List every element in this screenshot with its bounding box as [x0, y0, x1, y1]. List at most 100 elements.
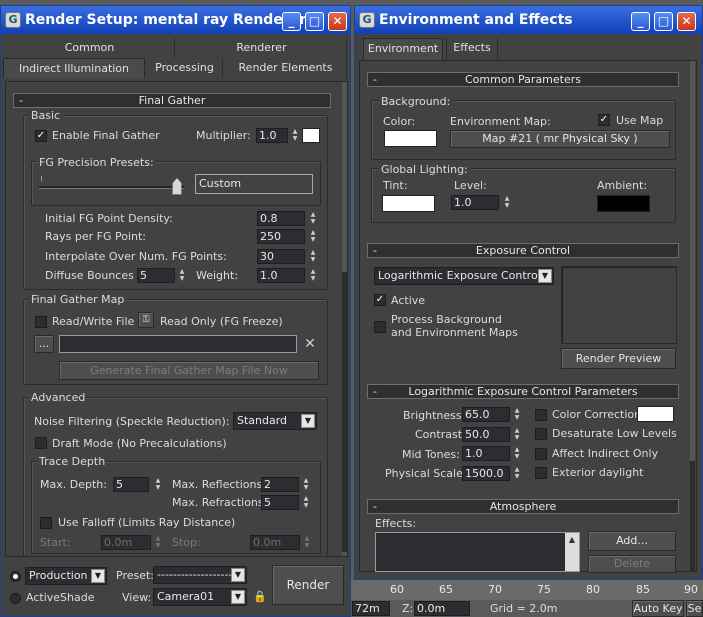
interpolate-fg-points-field[interactable]: 30 — [257, 249, 305, 264]
desaturate-low-levels-checkbox[interactable] — [535, 428, 547, 440]
contrast-field[interactable]: 50.0 — [462, 427, 510, 442]
tab-renderer[interactable]: Renderer — [177, 38, 347, 58]
environment-effects-titlebar[interactable]: G Environment and Effects _ □ ✕ — [355, 6, 702, 34]
minimize-icon[interactable]: _ — [631, 12, 650, 31]
final-gather-rollout-header[interactable]: - Final Gather — [13, 93, 331, 108]
color-correction-checkbox[interactable] — [535, 409, 547, 421]
physical-scale-field[interactable]: 1500.0 — [462, 466, 510, 481]
delete-effect-button[interactable]: Delete — [588, 555, 676, 573]
generate-fg-map-button[interactable]: Generate Final Gather Map File Now — [59, 361, 319, 380]
multiplier-spinner[interactable]: ▲ ▼ — [290, 128, 300, 143]
start-field[interactable]: 0.0m — [101, 535, 151, 550]
fg-map-file-field[interactable] — [59, 335, 297, 353]
initial-fg-density-field[interactable]: 0.8 — [257, 211, 305, 226]
timeline-ruler: 60 65 70 75 80 85 90 — [350, 580, 703, 600]
rays-per-fg-point-spinner[interactable]: ▲ ▼ — [308, 229, 318, 244]
physical-scale-spinner[interactable]: ▲ ▼ — [512, 466, 522, 481]
add-effect-button[interactable]: Add... — [588, 531, 676, 551]
exposure-type-dropdown[interactable]: Logarithmic Exposure Control ▼ — [374, 267, 554, 285]
weight-field[interactable]: 1.0 — [257, 268, 305, 283]
enable-final-gather-checkbox[interactable]: ✓ — [35, 130, 47, 142]
environment-map-button[interactable]: Map #21 ( mr Physical Sky ) — [450, 130, 670, 148]
draft-mode-checkbox[interactable] — [35, 437, 47, 449]
initial-fg-density-spinner[interactable]: ▲ ▼ — [308, 211, 318, 226]
render-setup-titlebar[interactable]: G Render Setup: mental ray Renderer _ □ … — [1, 6, 350, 34]
max-reflections-field[interactable]: 2 — [261, 477, 299, 492]
exposure-control-rollout-header[interactable]: - Exposure Control — [367, 243, 679, 258]
diffuse-bounces-field[interactable]: 5 — [137, 268, 175, 283]
max-depth-spinner[interactable]: ▲ ▼ — [153, 477, 163, 492]
diffuse-bounces-spinner[interactable]: ▲ ▼ — [177, 268, 187, 283]
noise-filtering-dropdown[interactable]: Standard ▼ — [233, 412, 317, 430]
tab-render-elements[interactable]: Render Elements — [225, 58, 347, 78]
max-depth-label: Max. Depth: — [40, 478, 107, 491]
start-spinner[interactable]: ▲ ▼ — [153, 535, 163, 550]
interpolate-fg-points-spinner[interactable]: ▲ ▼ — [308, 249, 318, 264]
contrast-spinner[interactable]: ▲ ▼ — [512, 427, 522, 442]
exterior-daylight-checkbox[interactable] — [535, 467, 547, 479]
lock-icon[interactable]: ⚿ — [138, 312, 154, 328]
mid-tones-spinner[interactable]: ▲ ▼ — [512, 446, 522, 461]
stop-spinner[interactable]: ▲ ▼ — [302, 535, 312, 550]
weight-spinner[interactable]: ▲ ▼ — [308, 268, 318, 283]
brightness-spinner[interactable]: ▲ ▼ — [512, 407, 522, 422]
level-field[interactable]: 1.0 — [451, 195, 499, 210]
ambient-color-swatch[interactable] — [597, 195, 650, 212]
rays-per-fg-point-field[interactable]: 250 — [257, 229, 305, 244]
browse-fg-map-button[interactable]: ... — [34, 335, 54, 353]
process-background-checkbox[interactable] — [374, 321, 386, 333]
z-coordinate-field[interactable]: 0.0m — [414, 601, 470, 616]
level-spinner[interactable]: ▲ ▼ — [502, 195, 512, 210]
read-write-file-checkbox[interactable] — [35, 316, 47, 328]
multiplier-color-swatch[interactable] — [302, 128, 320, 143]
max-reflections-spinner[interactable]: ▲ ▼ — [301, 477, 311, 492]
background-color-swatch[interactable] — [384, 130, 437, 147]
close-icon[interactable]: ✕ — [328, 12, 347, 31]
production-radio[interactable] — [10, 571, 21, 582]
panel-scrollbar[interactable] — [342, 82, 347, 556]
render-preview-button[interactable]: Render Preview — [561, 348, 676, 369]
multiplier-field[interactable]: 1.0 — [256, 128, 288, 143]
affect-indirect-only-checkbox[interactable] — [535, 448, 547, 460]
tab-indirect-illumination[interactable]: Indirect Illumination — [3, 58, 145, 78]
effects-list-scrollbar[interactable]: ▲ — [565, 533, 579, 571]
common-parameters-title: Common Parameters — [465, 73, 581, 86]
tab-environment[interactable]: Environment — [363, 38, 443, 60]
use-map-checkbox[interactable]: ✓ — [598, 114, 610, 126]
activeshade-radio[interactable] — [10, 593, 21, 604]
tab-processing[interactable]: Processing — [147, 58, 223, 78]
mid-tones-field[interactable]: 1.0 — [462, 446, 510, 461]
fg-precision-slider-track[interactable] — [39, 186, 184, 189]
maximize-icon[interactable]: □ — [305, 12, 324, 31]
atmosphere-rollout-header[interactable]: - Atmosphere — [367, 499, 679, 514]
view-lock-icon[interactable]: 🔒 — [253, 590, 267, 604]
color-correction-swatch[interactable] — [637, 406, 674, 422]
production-dropdown[interactable]: Production ▼ — [25, 567, 107, 585]
max-refractions-spinner[interactable]: ▲ ▼ — [301, 495, 311, 510]
set-key-button[interactable]: Se — [686, 600, 703, 617]
use-falloff-checkbox[interactable] — [40, 517, 52, 529]
maximize-icon[interactable]: □ — [654, 12, 673, 31]
max-refractions-field[interactable]: 5 — [261, 495, 299, 510]
stop-field[interactable]: 0.0m — [250, 535, 300, 550]
preset-dropdown[interactable]: -------------------- ▼ — [153, 566, 247, 584]
auto-key-button[interactable]: Auto Key — [632, 600, 684, 617]
exposure-active-checkbox[interactable]: ✓ — [374, 294, 386, 306]
tab-common[interactable]: Common — [5, 38, 175, 58]
clear-file-icon[interactable]: ✕ — [301, 335, 319, 353]
scroll-thumb[interactable] — [690, 461, 695, 571]
common-parameters-rollout-header[interactable]: - Common Parameters — [367, 72, 679, 87]
scroll-thumb[interactable] — [342, 272, 347, 552]
render-button[interactable]: Render — [272, 565, 344, 605]
effects-list[interactable]: ▲ — [375, 532, 580, 572]
log-exposure-rollout-header[interactable]: - Logarithmic Exposure Control Parameters — [367, 384, 679, 399]
close-icon[interactable]: ✕ — [677, 12, 696, 31]
tint-color-swatch[interactable] — [382, 195, 435, 212]
tab-effects[interactable]: Effects — [446, 38, 498, 60]
minimize-icon[interactable]: _ — [282, 12, 301, 31]
max-depth-field[interactable]: 5 — [113, 477, 149, 492]
x-coordinate-field[interactable]: 72m — [352, 601, 390, 616]
panel-scrollbar[interactable] — [690, 61, 695, 571]
view-dropdown[interactable]: Camera01 ▼ — [153, 588, 247, 606]
brightness-field[interactable]: 65.0 — [462, 407, 510, 422]
